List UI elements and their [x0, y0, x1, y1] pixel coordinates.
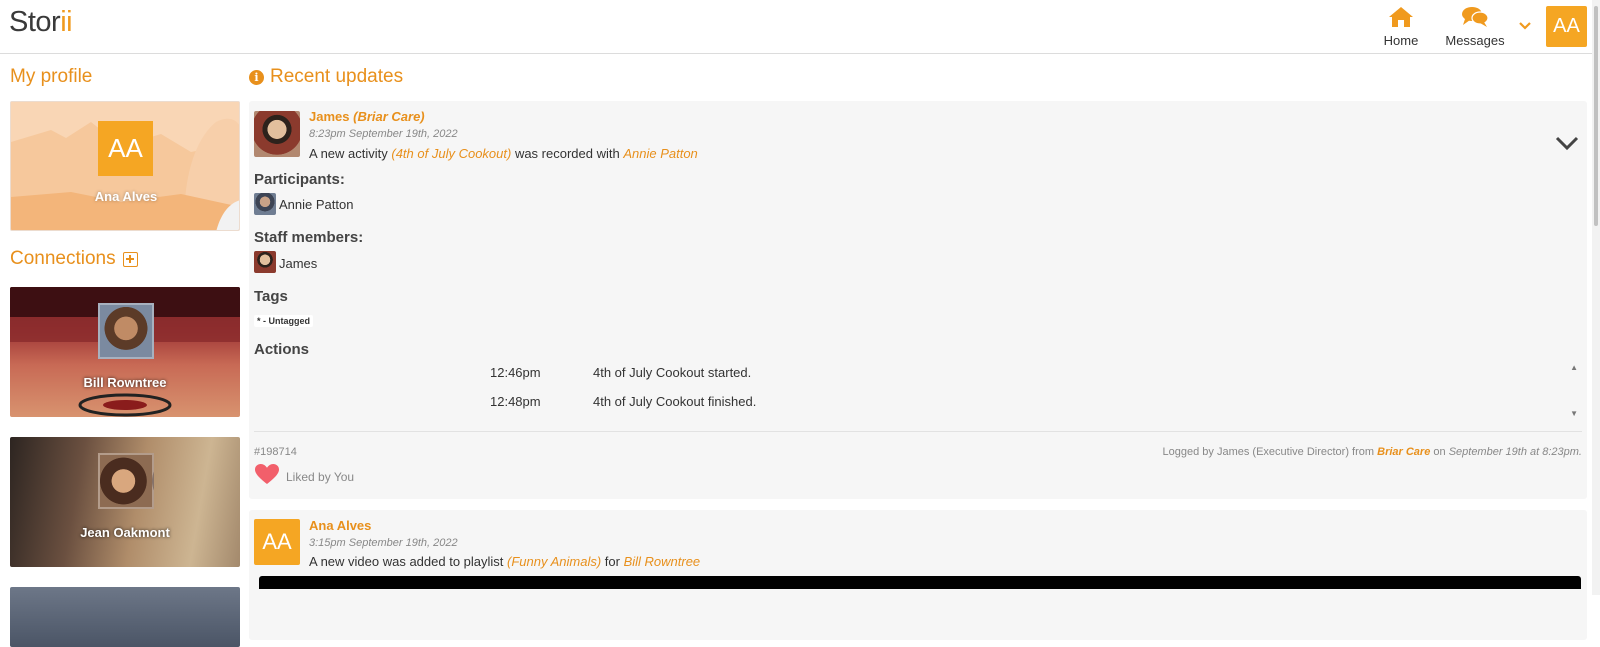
- activity-link[interactable]: (4th of July Cookout): [391, 146, 511, 161]
- video-player[interactable]: [259, 576, 1581, 589]
- action-time: 12:46pm: [490, 365, 541, 380]
- post-author-avatar[interactable]: [254, 111, 300, 157]
- connection-name: Jean Oakmont: [80, 525, 170, 540]
- liked-by-text: Liked by You: [286, 469, 355, 484]
- staff-avatar[interactable]: [254, 251, 276, 273]
- feed-post: AA Ana Alves 3:15pm September 19th, 2022…: [249, 510, 1587, 640]
- page-scrollbar-thumb[interactable]: [1594, 6, 1598, 226]
- storii-logo[interactable]: Storii: [9, 6, 73, 39]
- add-connection-icon[interactable]: [122, 251, 138, 267]
- org-link[interactable]: Briar Care: [1377, 446, 1430, 458]
- profile-card[interactable]: AA Ana Alves: [10, 101, 240, 231]
- recent-updates-title: Recent updates: [270, 66, 404, 87]
- recent-updates-header: i Recent updates: [249, 66, 403, 88]
- scroll-down-arrow-icon[interactable]: ▼: [1570, 409, 1578, 418]
- actions-list[interactable]: 12:46pm 4th of July Cookout started. 12:…: [254, 361, 1582, 423]
- action-text: 4th of July Cookout finished.: [593, 394, 757, 409]
- tags-label: Tags: [254, 288, 288, 305]
- connection-card[interactable]: Jean Oakmont: [10, 437, 240, 567]
- nav-home[interactable]: Home: [1378, 6, 1424, 48]
- user-avatar[interactable]: AA: [1546, 6, 1587, 47]
- post-id: #198714: [254, 446, 297, 458]
- profile-avatar: AA: [98, 121, 153, 176]
- person-link[interactable]: Bill Rowntree: [624, 554, 701, 569]
- post-divider: [254, 431, 1582, 432]
- post-author[interactable]: Ana Alves: [309, 518, 371, 533]
- logged-by: Logged by James (Executive Director) fro…: [1162, 446, 1582, 458]
- actions-label: Actions: [254, 341, 310, 358]
- heart-icon[interactable]: [254, 463, 280, 490]
- like-row[interactable]: Liked by You: [254, 463, 354, 490]
- post-author[interactable]: James (Briar Care): [309, 109, 425, 124]
- info-icon: i: [249, 69, 264, 85]
- collapse-chevron-icon[interactable]: [1555, 135, 1579, 156]
- connection-photo: [98, 453, 154, 509]
- participant-name[interactable]: Annie Patton: [279, 197, 353, 212]
- home-icon: [1378, 6, 1424, 31]
- chevron-down-icon[interactable]: [1518, 18, 1532, 36]
- person-link[interactable]: Annie Patton: [623, 146, 697, 161]
- chat-bubbles-icon: [1440, 6, 1510, 31]
- staff-name[interactable]: James: [279, 256, 317, 271]
- staff-members-label: Staff members:: [254, 229, 364, 246]
- my-profile-title: My profile: [10, 66, 93, 87]
- connections-header: Connections: [10, 248, 138, 270]
- post-author-avatar[interactable]: AA: [254, 519, 300, 565]
- connection-name: Bill Rowntree: [83, 375, 167, 390]
- nav-messages[interactable]: Messages: [1440, 6, 1510, 48]
- post-description: A new activity (4th of July Cookout) was…: [309, 146, 698, 161]
- action-time: 12:48pm: [490, 394, 541, 409]
- participant-avatar[interactable]: [254, 193, 276, 215]
- tag-chip: * - Untagged: [254, 315, 313, 327]
- connection-card[interactable]: [10, 587, 240, 647]
- post-timestamp: 8:23pm September 19th, 2022: [309, 128, 458, 140]
- action-text: 4th of July Cookout started.: [593, 365, 752, 380]
- top-bar: Storii Home Messages AA: [0, 0, 1600, 54]
- connections-title: Connections: [10, 248, 116, 269]
- connection-photo: [98, 303, 154, 359]
- post-timestamp: 3:15pm September 19th, 2022: [309, 537, 458, 549]
- scroll-up-arrow-icon[interactable]: ▲: [1570, 363, 1578, 372]
- participants-label: Participants:: [254, 171, 345, 188]
- post-description: A new video was added to playlist (Funny…: [309, 554, 701, 569]
- feed-post: James (Briar Care) 8:23pm September 19th…: [249, 101, 1587, 499]
- profile-name: Ana Alves: [94, 189, 158, 204]
- connection-card[interactable]: Bill Rowntree: [10, 287, 240, 417]
- playlist-link[interactable]: (Funny Animals): [507, 554, 601, 569]
- nav-messages-label: Messages: [1445, 33, 1505, 48]
- nav-home-label: Home: [1383, 33, 1419, 48]
